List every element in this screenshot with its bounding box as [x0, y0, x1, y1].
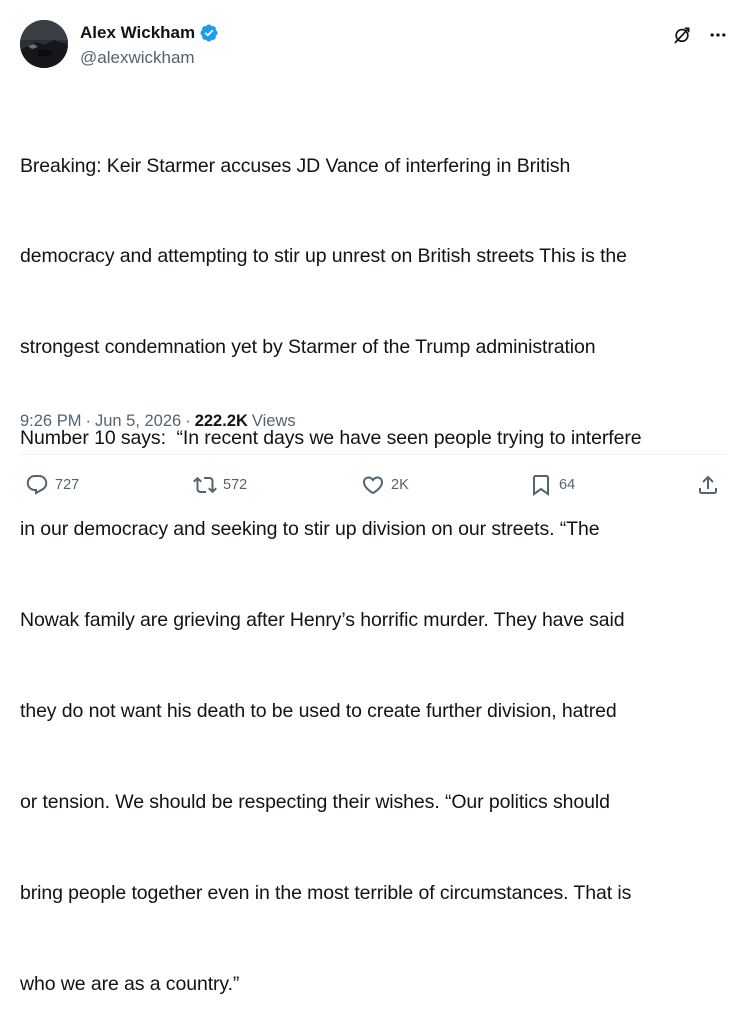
tweet-text-line: they do not want his death to be used to… [20, 699, 617, 722]
views-label: Views [251, 412, 296, 430]
tweet-text-line: strongest condemnation yet by Starmer of… [20, 336, 596, 359]
meta-separator: · [185, 412, 191, 430]
bookmark-icon [533, 475, 549, 496]
share-icon [699, 475, 717, 494]
heart-icon [362, 476, 384, 495]
bookmark-button[interactable]: 64 [529, 468, 575, 502]
reply-icon [26, 475, 48, 495]
tweet-card: Alex Wickham @alexwickham Breaking: Keir… [0, 0, 747, 995]
divider [20, 454, 727, 455]
grok-icon[interactable] [671, 24, 693, 46]
top-actions [671, 24, 729, 46]
avatar-image [20, 20, 68, 68]
views-count: 222.2K [194, 412, 248, 430]
tweet-text: Breaking: Keir Starmer accuses JD Vance … [20, 90, 720, 1030]
tweet-text-line: Nowak family are grieving after Henry’s … [20, 609, 625, 632]
retweet-icon [193, 476, 217, 494]
tweet-text-line: democracy and attempting to stir up unre… [20, 245, 627, 268]
avatar[interactable] [20, 20, 68, 68]
author-display-name[interactable]: Alex Wickham [80, 22, 195, 44]
reply-button[interactable]: 727 [25, 468, 79, 502]
like-button[interactable]: 2K [361, 468, 409, 502]
verified-badge-icon[interactable] [199, 23, 219, 43]
meta-separator: · [85, 412, 91, 430]
like-count: 2K [391, 477, 409, 493]
tweet-text-line: who we are as a country.” [20, 972, 240, 995]
bookmark-count: 64 [559, 477, 576, 493]
share-button[interactable] [696, 468, 720, 502]
retweet-count: 572 [223, 477, 248, 493]
more-icon[interactable] [707, 24, 729, 46]
retweet-button[interactable]: 572 [193, 468, 247, 502]
tweet-text-line: in our democracy and seeking to stir up … [20, 518, 600, 541]
tweet-text-line: bring people together even in the most t… [20, 881, 632, 904]
tweet-date[interactable]: Jun 5, 2026 [95, 409, 181, 433]
author-handle[interactable]: @alexwickham [80, 47, 195, 69]
reply-count: 727 [55, 477, 80, 493]
tweet-text-line: Breaking: Keir Starmer accuses JD Vance … [20, 154, 571, 177]
action-bar: 727 572 2K 64 [20, 468, 727, 502]
tweet-time[interactable]: 9:26 PM [20, 409, 81, 433]
tweet-meta: 9:26 PM · Jun 5, 2026 · 222.2K Views [20, 409, 296, 433]
tweet-text-line: or tension. We should be respecting thei… [20, 790, 610, 813]
author-name-row: Alex Wickham [80, 22, 219, 44]
